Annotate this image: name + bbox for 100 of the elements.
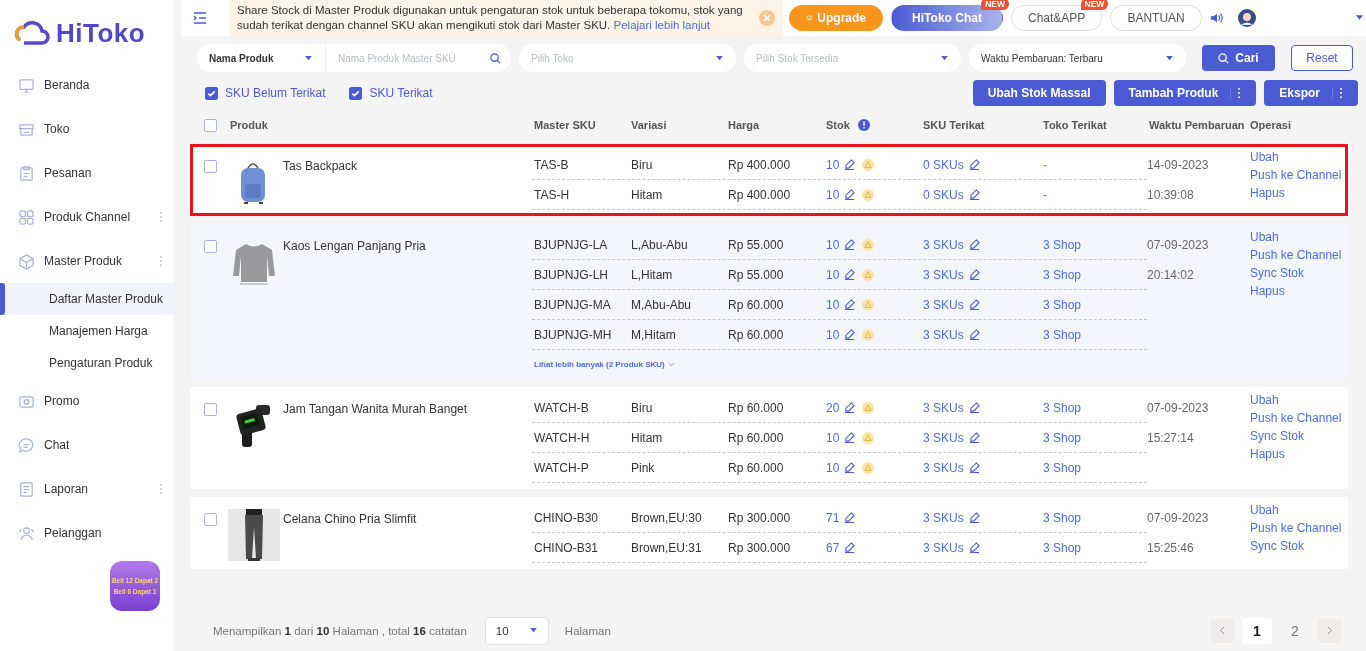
pencil-icon[interactable] <box>968 512 980 523</box>
stock-link[interactable]: 10 <box>824 187 840 202</box>
more-icon[interactable] <box>1230 87 1242 99</box>
bound-sku-link[interactable]: 3 SKUs <box>921 510 964 525</box>
caret-icon[interactable] <box>1354 15 1364 21</box>
shop-link[interactable]: 3 Shop <box>1041 297 1082 312</box>
pencil-icon[interactable] <box>968 402 980 413</box>
sidebar-item[interactable]: Pelanggan <box>0 511 173 555</box>
stock-link[interactable]: 10 <box>824 157 840 172</box>
stock-link[interactable]: 10 <box>824 267 840 282</box>
checkbox[interactable] <box>349 86 363 100</box>
checkbox[interactable] <box>204 513 217 526</box>
pencil-icon[interactable] <box>968 542 980 553</box>
more-icon[interactable] <box>1332 87 1343 99</box>
bound-sku-link[interactable]: 3 SKUs <box>921 327 964 342</box>
sidebar-item[interactable]: Produk Channel <box>0 195 173 239</box>
shop-link[interactable]: 3 Shop <box>1041 460 1082 475</box>
checkbox[interactable] <box>204 403 217 416</box>
bound-sku-link[interactable]: 3 SKUs <box>921 237 964 252</box>
checkbox[interactable] <box>204 160 217 173</box>
stock-link[interactable]: 10 <box>824 297 840 312</box>
shop-link[interactable]: 3 Shop <box>1041 400 1082 415</box>
operation-link[interactable]: Hapus <box>1250 448 1348 461</box>
page-button[interactable]: 2 <box>1280 617 1310 644</box>
sidebar-item[interactable]: Chat <box>0 423 173 467</box>
learn-more-link[interactable]: Pelajari lebih lanjut <box>613 19 711 31</box>
operation-link[interactable]: Sync Stok <box>1250 540 1348 553</box>
pencil-icon[interactable] <box>844 269 856 280</box>
operation-link[interactable]: Ubah <box>1250 394 1348 407</box>
checkbox[interactable] <box>204 240 217 253</box>
pencil-icon[interactable] <box>844 432 856 443</box>
operation-link[interactable]: Push ke Channel <box>1250 412 1348 425</box>
sidebar-item[interactable]: Toko <box>0 107 173 151</box>
operation-link[interactable]: Push ke Channel <box>1250 522 1348 535</box>
action-button[interactable]: Tambah Produk <box>1113 80 1257 106</box>
pencil-icon[interactable] <box>844 239 856 250</box>
sidebar-item[interactable]: Beranda <box>0 63 173 107</box>
action-button[interactable]: Ubah Stok Massal <box>972 80 1106 106</box>
pencil-icon[interactable] <box>968 329 980 340</box>
sidebar-item[interactable]: Master Produk <box>0 239 173 283</box>
pencil-icon[interactable] <box>968 189 980 200</box>
stock-link[interactable]: 71 <box>824 510 840 525</box>
pencil-icon[interactable] <box>844 189 856 200</box>
page-button[interactable]: 1 <box>1242 617 1272 644</box>
bound-sku-link[interactable]: 3 SKUs <box>921 267 964 282</box>
sidebar-subitem[interactable]: Pengaturan Produk <box>0 347 173 379</box>
pencil-icon[interactable] <box>844 512 856 523</box>
sort-select[interactable]: Waktu Pembaruan: Terbaru <box>969 44 1186 72</box>
action-button[interactable]: Ekspor <box>1264 80 1358 106</box>
checkbox[interactable] <box>204 118 217 132</box>
operation-link[interactable]: Ubah <box>1250 504 1348 517</box>
menu-icon[interactable] <box>193 11 207 25</box>
pencil-icon[interactable] <box>968 239 980 250</box>
checkbox[interactable] <box>205 86 218 100</box>
stock-link[interactable]: 67 <box>824 540 840 555</box>
pencil-icon[interactable] <box>844 159 856 170</box>
bound-sku-link[interactable]: 3 SKUs <box>921 400 964 415</box>
search-button[interactable]: Cari <box>1202 45 1275 71</box>
pencil-icon[interactable] <box>968 299 980 310</box>
pencil-icon[interactable] <box>968 159 980 170</box>
pencil-icon[interactable] <box>968 269 980 280</box>
operation-link[interactable]: Push ke Channel <box>1250 249 1348 262</box>
bound-sku-link[interactable]: 3 SKUs <box>921 297 964 312</box>
stock-link[interactable]: 20 <box>824 400 840 415</box>
shop-link[interactable]: 3 Shop <box>1041 267 1082 282</box>
shop-link[interactable]: 3 Shop <box>1041 540 1082 555</box>
sidebar-item[interactable]: Promo <box>0 379 173 423</box>
checkbox-label[interactable]: SKU Terikat <box>369 86 433 100</box>
shop-link[interactable]: 3 Shop <box>1041 430 1082 445</box>
operation-link[interactable]: Hapus <box>1250 285 1348 298</box>
pencil-icon[interactable] <box>968 462 980 473</box>
info-icon[interactable] <box>857 119 870 131</box>
sidebar-item[interactable]: Pesanan <box>0 151 173 195</box>
operation-link[interactable]: Sync Stok <box>1250 430 1348 443</box>
page-size-select[interactable]: 10 <box>484 616 549 645</box>
shop-link[interactable]: - <box>1041 157 1047 172</box>
checkbox-label[interactable]: SKU Belum Terikat <box>225 86 326 100</box>
stock-link[interactable]: 10 <box>824 430 840 445</box>
show-more-link[interactable]: Lihat lebih banyak (2 Produk SKU) <box>534 360 665 369</box>
avatar-icon[interactable] <box>1237 9 1256 27</box>
shop-link[interactable]: 3 Shop <box>1041 510 1082 525</box>
pencil-icon[interactable] <box>844 462 856 473</box>
shop-link[interactable]: 3 Shop <box>1041 237 1082 252</box>
speaker-icon[interactable] <box>1209 11 1224 25</box>
pencil-icon[interactable] <box>968 432 980 443</box>
bound-sku-link[interactable]: 3 SKUs <box>921 430 964 445</box>
operation-link[interactable]: Sync Stok <box>1250 267 1348 280</box>
shop-link[interactable]: - <box>1041 187 1047 202</box>
operation-link[interactable]: Push ke Channel <box>1250 169 1348 182</box>
operation-link[interactable]: Ubah <box>1250 231 1348 244</box>
pencil-icon[interactable] <box>844 542 856 553</box>
stock-link[interactable]: 10 <box>824 327 840 342</box>
header-button[interactable]: BANTUAN <box>1110 5 1202 31</box>
reset-button[interactable]: Reset <box>1291 45 1353 71</box>
bound-sku-link[interactable]: 0 SKUs <box>921 157 964 172</box>
operation-link[interactable]: Hapus <box>1250 187 1348 200</box>
pencil-icon[interactable] <box>844 299 856 310</box>
operation-link[interactable]: Ubah <box>1250 151 1348 164</box>
shop-link[interactable]: 3 Shop <box>1041 327 1082 342</box>
sidebar-subitem[interactable]: Manajemen Harga <box>0 315 173 347</box>
